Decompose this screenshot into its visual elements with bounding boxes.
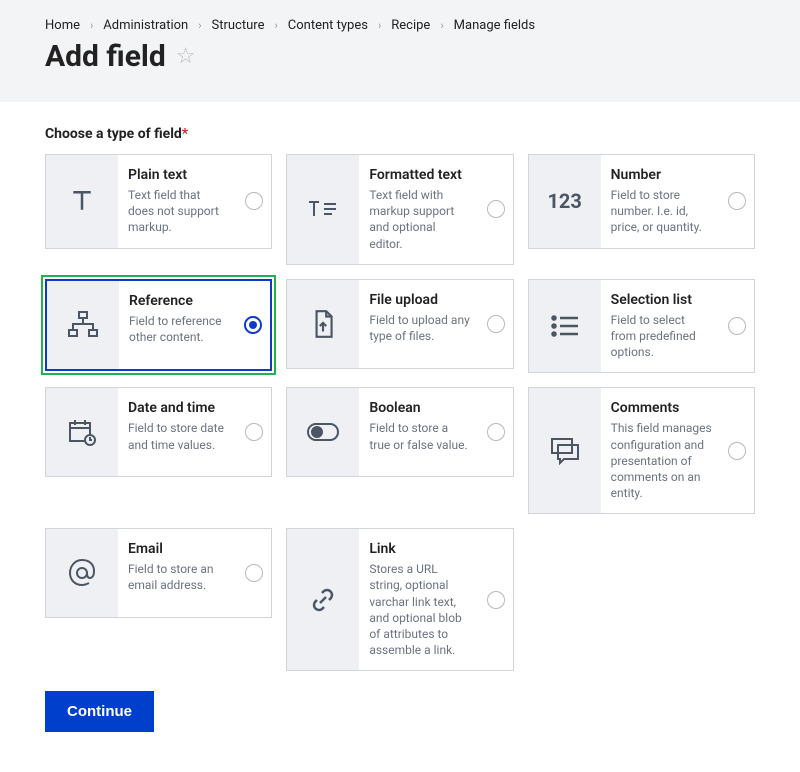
radio[interactable] xyxy=(487,423,505,441)
field-title: Link xyxy=(369,541,470,557)
field-desc: Field to store an email address. xyxy=(128,561,229,593)
required-marker: * xyxy=(182,126,188,142)
chevron-right-icon: › xyxy=(90,19,93,32)
formatted-text-icon xyxy=(306,194,340,224)
field-desc: Field to store date and time values. xyxy=(128,420,229,452)
field-option-selection-list[interactable]: Selection list Field to select from pred… xyxy=(528,279,755,374)
calendar-icon xyxy=(67,417,97,447)
radio[interactable] xyxy=(245,564,263,582)
section-label: Choose a type of field* xyxy=(45,126,755,142)
chevron-right-icon: › xyxy=(378,19,381,32)
list-icon xyxy=(550,314,580,338)
star-icon[interactable]: ☆ xyxy=(176,44,196,69)
link-icon xyxy=(308,585,338,615)
radio[interactable] xyxy=(728,192,746,210)
field-desc: Stores a URL string, optional varchar li… xyxy=(369,561,470,658)
field-option-number[interactable]: 123 Number Field to store number. I.e. i… xyxy=(528,154,755,249)
breadcrumb-item-manage-fields[interactable]: Manage fields xyxy=(454,18,535,33)
toggle-icon xyxy=(306,422,340,442)
field-title: Date and time xyxy=(128,400,229,416)
continue-button[interactable]: Continue xyxy=(45,691,154,732)
field-desc: Field to upload any type of files. xyxy=(369,312,470,344)
breadcrumb-item-content-types[interactable]: Content types xyxy=(288,18,368,33)
radio[interactable] xyxy=(487,200,505,218)
file-upload-icon xyxy=(310,309,336,339)
field-option-plain-text[interactable]: Plain text Text field that does not supp… xyxy=(45,154,272,249)
field-option-comments[interactable]: Comments This field manages configuratio… xyxy=(528,387,755,514)
field-desc: Text field with markup support and optio… xyxy=(369,187,470,252)
breadcrumb: Home › Administration › Structure › Cont… xyxy=(45,18,755,33)
field-option-link[interactable]: Link Stores a URL string, optional varch… xyxy=(286,528,513,671)
page-title: Add field xyxy=(45,39,166,74)
chevron-right-icon: › xyxy=(198,19,201,32)
field-title: Email xyxy=(128,541,229,557)
field-title: Reference xyxy=(129,293,228,309)
field-desc: Text field that does not support markup. xyxy=(128,187,229,236)
breadcrumb-item-recipe[interactable]: Recipe xyxy=(391,18,430,33)
field-option-file-upload[interactable]: File upload Field to upload any type of … xyxy=(286,279,513,369)
field-option-boolean[interactable]: Boolean Field to store a true or false v… xyxy=(286,387,513,477)
radio[interactable] xyxy=(245,423,263,441)
radio[interactable] xyxy=(487,315,505,333)
field-option-email[interactable]: Email Field to store an email address. xyxy=(45,528,272,618)
chevron-right-icon: › xyxy=(274,19,277,32)
field-title: Formatted text xyxy=(369,167,470,183)
field-title: Boolean xyxy=(369,400,470,416)
field-desc: This field manages configuration and pre… xyxy=(611,420,712,501)
breadcrumb-item-administration[interactable]: Administration xyxy=(103,18,188,33)
at-icon xyxy=(67,558,97,588)
field-desc: Field to reference other content. xyxy=(129,313,228,345)
field-title: Number xyxy=(611,167,712,183)
field-title: Comments xyxy=(611,400,712,416)
field-option-date-time[interactable]: Date and time Field to store date and ti… xyxy=(45,387,272,477)
breadcrumb-item-structure[interactable]: Structure xyxy=(212,18,265,33)
field-desc: Field to select from predefined options. xyxy=(611,312,712,361)
field-option-formatted-text[interactable]: Formatted text Text field with markup su… xyxy=(286,154,513,265)
radio[interactable] xyxy=(487,591,505,609)
field-title: Plain text xyxy=(128,167,229,183)
radio[interactable] xyxy=(728,442,746,460)
field-desc: Field to store a true or false value. xyxy=(369,420,470,452)
radio[interactable] xyxy=(245,192,263,210)
number-icon: 123 xyxy=(547,189,581,213)
comments-icon xyxy=(550,437,580,465)
breadcrumb-item-home[interactable]: Home xyxy=(45,18,80,33)
field-desc: Field to store number. I.e. id, price, o… xyxy=(611,187,712,236)
field-title: File upload xyxy=(369,292,470,308)
text-icon xyxy=(67,186,97,216)
chevron-right-icon: › xyxy=(440,19,443,32)
radio[interactable] xyxy=(728,317,746,335)
field-option-reference[interactable]: Reference Field to reference other conte… xyxy=(45,279,272,371)
reference-icon xyxy=(67,310,99,340)
field-title: Selection list xyxy=(611,292,712,308)
radio[interactable] xyxy=(244,316,262,334)
